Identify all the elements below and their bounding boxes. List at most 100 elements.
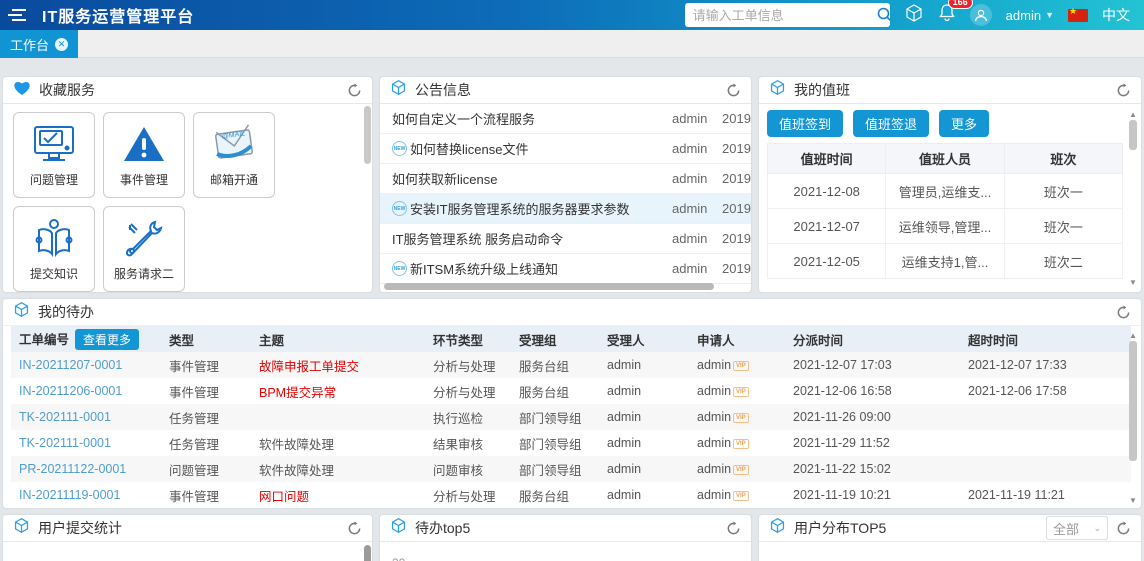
chart-axis-label: 20 [392,556,751,561]
tab-workbench[interactable]: 工作台 ✕ [0,30,79,58]
table-row[interactable]: 2021-12-08 管理员,运维支... 班次一 [766,173,1124,209]
service-card-knowledge[interactable]: 提交知识 [13,206,95,292]
panel-title: 待办top5 [415,520,471,536]
user-menu[interactable]: admin ▼ [1006,8,1054,23]
column-header[interactable]: 受理组 [511,326,599,352]
scrollbar[interactable] [364,545,371,561]
cube-icon [13,517,30,539]
refresh-icon[interactable] [726,82,741,98]
username: admin [1005,7,1042,23]
ticket-link[interactable]: PR-20211122-0001 [19,462,126,476]
scrollbar[interactable] [364,106,371,164]
page-title: IT服务运营管理平台 [42,9,195,26]
table-row[interactable]: PR-20211122-0001 问题管理 软件故障处理 问题审核 部门领导组 … [11,456,1131,482]
vip-badge: VIP [733,438,749,449]
column-header[interactable]: 分派时间 [785,326,960,352]
duty-table: 值班时间 值班人员 班次 2021-12-08 管理员,运维支... 班次一 2… [766,143,1124,279]
reading-book-icon [31,218,77,263]
ticket-link[interactable]: IN-20211119-0001 [19,488,120,502]
column-header[interactable]: 类型 [161,326,251,352]
panel-user-distribution-top5: 用户分布TOP5 全部 ⌄ [758,514,1142,561]
chevron-down-icon: ▼ [1045,10,1054,20]
refresh-icon[interactable] [1116,82,1131,98]
panel-title: 我的值班 [794,82,850,98]
column-header[interactable]: 主题 [251,326,425,352]
vip-badge: VIP [733,490,749,501]
panel-announcements: 公告信息 如何自定义一个流程服务 admin 2019- NEW如何替换lice… [379,76,752,293]
scrollbar[interactable]: ▲ ▼ [1127,331,1139,506]
table-row[interactable]: IN-20211206-0001 事件管理 BPM提交异常 分析与处理 服务台组… [11,378,1131,404]
announcement-item[interactable]: NEW如何替换license文件 admin 2019- [380,134,751,164]
service-card-incident[interactable]: 事件管理 [103,112,185,198]
panel-title: 我的待办 [38,304,94,320]
notifications-bell-icon[interactable]: 166 [938,0,973,27]
panel-title: 用户分布TOP5 [794,520,887,536]
cube-icon [390,79,407,101]
apps-cube-icon[interactable] [904,3,924,28]
refresh-icon[interactable] [1116,520,1131,536]
scrollbar[interactable]: ▲ ▼ [1127,110,1139,288]
duty-checkout-button[interactable]: 值班签退 [853,110,930,137]
announcement-item[interactable]: NEW新ITSM系统升级上线通知 admin 2019- [380,254,751,284]
view-more-button[interactable]: 查看更多 [75,328,140,350]
notification-count-badge: 166 [947,0,973,9]
ticket-link[interactable]: IN-20211206-0001 [19,384,122,398]
refresh-icon[interactable] [1116,304,1131,320]
vip-badge: VIP [733,412,749,423]
service-card-request[interactable]: 服务请求二 [103,206,185,292]
column-header[interactable]: 超时时间 [960,326,1131,352]
column-header[interactable]: 工单编号 查看更多 [11,326,161,352]
duty-checkin-button[interactable]: 值班签到 [767,110,844,137]
menu-toggle-icon[interactable] [0,8,34,22]
monitor-check-icon [31,124,77,169]
duty-more-button[interactable]: 更多 [939,110,990,137]
announcement-item-selected[interactable]: NEW安装IT服务管理系统的服务器要求参数 admin 2019- [380,194,751,224]
panel-title: 公告信息 [415,82,471,98]
table-row[interactable]: TK-202111-0001 任务管理 执行巡检 部门领导组 admin adm… [11,404,1131,430]
cube-icon [13,301,30,323]
search-input[interactable] [684,7,877,23]
refresh-icon[interactable] [347,520,362,536]
service-card-problem[interactable]: 问题管理 [13,112,95,198]
topbar: IT服务运营管理平台 166 admin ▼ ★ 中文 [0,0,1144,30]
flag-icon[interactable]: ★ [1068,6,1088,22]
mail-icon: @MAIL [211,123,257,169]
column-header[interactable]: 值班时间 [766,143,887,174]
column-header[interactable]: 环节类型 [425,326,511,352]
panel-my-duty: 我的值班 值班签到 值班签退 更多 值班时间 值班人员 班次 2021-12-0… [758,76,1142,293]
cube-icon [769,79,786,101]
refresh-icon[interactable] [347,82,362,98]
service-card-mailbox[interactable]: @MAIL 邮箱开通 [193,112,275,198]
horizontal-scrollbar[interactable] [384,283,714,290]
new-badge-icon: NEW [392,141,407,156]
table-row[interactable]: IN-20211119-0001 事件管理 网口问题 分析与处理 服务台组 ad… [11,482,1131,508]
announcement-item[interactable]: 如何获取新license admin 2019- [380,164,751,194]
column-header[interactable]: 值班人员 [885,143,1005,174]
announcement-item[interactable]: IT服务管理系统 服务启动命令 admin 2019- [380,224,751,254]
announcement-item[interactable]: 如何自定义一个流程服务 admin 2019- [380,104,751,134]
column-header[interactable]: 受理人 [599,326,689,352]
table-row[interactable]: 2021-12-05 运维支持1,管... 班次二 [766,243,1124,279]
panel-title: 用户提交统计 [38,520,122,536]
close-icon[interactable]: ✕ [55,37,69,51]
tab-bar: 工作台 ✕ [0,30,1144,58]
table-row[interactable]: IN-20211207-0001 事件管理 故障申报工单提交 分析与处理 服务台… [11,352,1131,378]
ticket-link[interactable]: IN-20211207-0001 [19,358,122,372]
panel-title: 收藏服务 [39,82,95,98]
filter-select[interactable]: 全部 ⌄ [1046,516,1108,540]
new-badge-icon: NEW [392,201,407,216]
avatar[interactable] [969,4,992,26]
chevron-down-icon: ⌄ [1093,522,1101,533]
table-row[interactable]: 2021-12-07 运维领导,管理... 班次一 [766,208,1124,244]
column-header[interactable]: 申请人 [689,326,785,352]
panel-favorite-services: 收藏服务 问题管理 事件管理 @MAIL 邮箱开通 提交知识 服务请求二 [2,76,373,293]
column-header[interactable]: 班次 [1003,143,1124,174]
vip-badge: VIP [733,386,749,397]
language-switch[interactable]: 中文 [1102,5,1130,25]
search-icon[interactable] [877,7,890,23]
refresh-icon[interactable] [726,520,741,536]
table-row[interactable]: TK-202111-0001 任务管理 软件故障处理 结果审核 部门领导组 ad… [11,430,1131,456]
ticket-link[interactable]: TK-202111-0001 [19,410,111,424]
search-box [684,3,890,27]
ticket-link[interactable]: TK-202111-0001 [19,436,111,450]
